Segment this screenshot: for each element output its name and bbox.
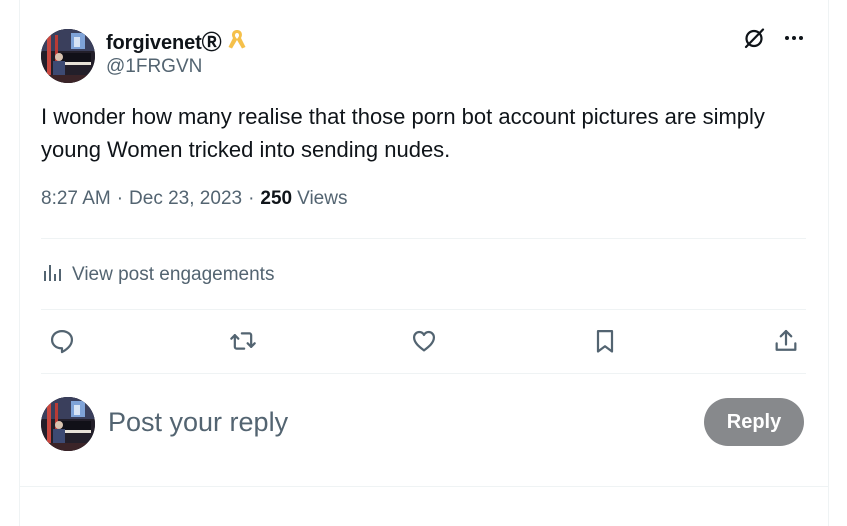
pianist-avatar-image [41,29,95,83]
divider [41,309,806,310]
reply-input[interactable] [108,402,668,442]
pianist-avatar-image [41,397,95,451]
more-icon[interactable] [782,26,806,50]
post-date[interactable]: Dec 23, 2023 [129,188,242,210]
reply-icon[interactable] [42,322,82,360]
author-handle[interactable]: @1FRGVN [106,56,202,78]
divider [20,486,828,487]
post-action-bar [41,322,806,360]
bookmark-icon[interactable] [585,322,625,360]
meta-separator: · [248,188,255,209]
view-engagements-label: View post engagements [72,264,275,285]
post-metadata: 8:27 AM · Dec 23, 2023 · 250 Views [41,188,347,210]
current-user-avatar[interactable] [41,397,95,451]
post-time[interactable]: 8:27 AM [41,188,111,210]
author-avatar[interactable] [41,29,95,83]
post-text: I wonder how many realise that those por… [41,104,765,162]
meta-separator: · [116,188,124,209]
repost-icon[interactable] [223,322,263,360]
views-count: 250 [260,188,293,209]
like-icon[interactable] [404,322,444,360]
post-top-actions [742,26,806,50]
views-label: Views [297,188,348,209]
divider [41,373,806,374]
author-name-row: forgivenetⓇ [106,26,248,55]
author-display-name[interactable]: forgivenetⓇ [106,26,222,55]
divider [41,238,806,239]
analytics-bars-icon [41,261,63,289]
share-icon[interactable] [766,322,806,360]
grok-icon[interactable] [742,26,766,50]
awareness-ribbon-icon [226,27,248,53]
view-engagements-link[interactable]: View post engagements [41,261,274,289]
reply-button[interactable]: Reply [704,398,804,446]
